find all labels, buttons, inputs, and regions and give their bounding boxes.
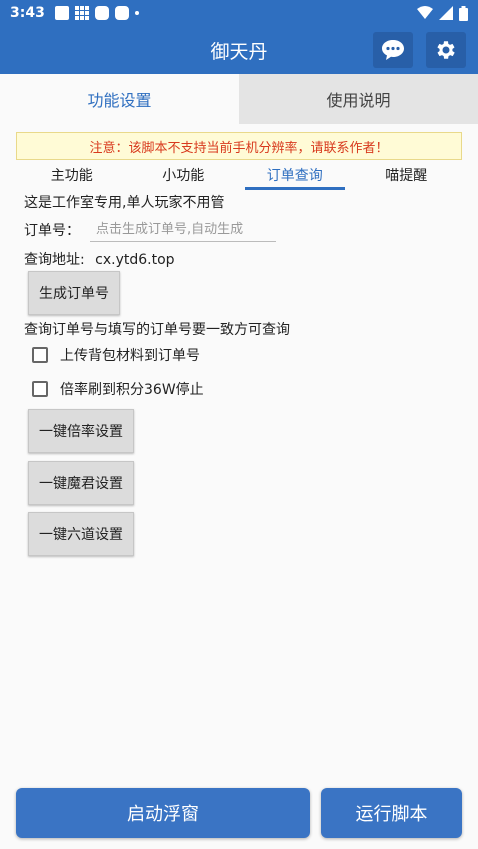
query-address-url: cx.ytd6.top [95, 252, 175, 268]
start-floating-window-button[interactable]: 启动浮窗 [16, 788, 310, 838]
order-number-row: 订单号： [24, 218, 276, 242]
notification-icons [54, 6, 139, 20]
subtab-order-query[interactable]: 订单查询 [239, 166, 351, 190]
stop-at-points-label: 倍率刷到积分36W停止 [60, 382, 204, 398]
chat-icon [382, 40, 404, 60]
status-time: 3:43 [10, 5, 45, 21]
query-address-label: 查询地址: [24, 252, 85, 268]
grid-icon [74, 6, 89, 20]
order-number-label: 订单号： [24, 223, 80, 239]
app-bar: 御天丹 [0, 26, 478, 74]
app-notification-icon-2 [114, 6, 129, 20]
wifi-icon [417, 6, 433, 19]
app-title: 御天丹 [210, 40, 268, 63]
gear-icon [437, 41, 455, 59]
studio-note: 这是工作室专用,单人玩家不用管 [24, 195, 225, 211]
signal-icon [439, 6, 453, 20]
liudao-settings-button[interactable]: 一键六道设置 [28, 512, 134, 556]
generate-order-button[interactable]: 生成订单号 [28, 271, 120, 315]
system-icons [417, 5, 468, 21]
notification-icon [54, 6, 69, 20]
subtab-minor-function[interactable]: 小功能 [128, 166, 240, 190]
subtab-main-function[interactable]: 主功能 [16, 166, 128, 190]
settings-button[interactable] [426, 32, 466, 68]
resolution-warning: 注意：该脚本不支持当前手机分辨率，请联系作者！ [16, 132, 462, 160]
main-tabs: 功能设置 使用说明 [0, 74, 478, 124]
upload-materials-label: 上传背包材料到订单号 [60, 348, 200, 364]
stop-at-points-option[interactable]: 倍率刷到积分36W停止 [32, 379, 204, 399]
rate-settings-button[interactable]: 一键倍率设置 [28, 409, 134, 453]
more-notifications-dot [134, 11, 139, 15]
sub-tabs: 主功能 小功能 订单查询 喵提醒 [16, 166, 462, 190]
tab-instructions[interactable]: 使用说明 [239, 74, 478, 124]
order-number-input[interactable] [90, 218, 276, 242]
status-bar: 3:43 [0, 0, 478, 26]
upload-materials-checkbox[interactable] [32, 347, 48, 363]
battery-icon [459, 5, 468, 21]
subtab-meow-reminder[interactable]: 喵提醒 [351, 166, 463, 190]
mojun-settings-button[interactable]: 一键魔君设置 [28, 461, 134, 505]
upload-materials-option[interactable]: 上传背包材料到订单号 [32, 345, 200, 365]
chat-button[interactable] [373, 32, 413, 68]
run-script-button[interactable]: 运行脚本 [321, 788, 462, 838]
query-address-row: 查询地址: cx.ytd6.top [24, 249, 175, 269]
app-notification-icon [94, 6, 109, 20]
query-note: 查询订单号与填写的订单号要一致方可查询 [24, 322, 290, 338]
stop-at-points-checkbox[interactable] [32, 381, 48, 397]
tab-function-settings[interactable]: 功能设置 [0, 74, 239, 124]
